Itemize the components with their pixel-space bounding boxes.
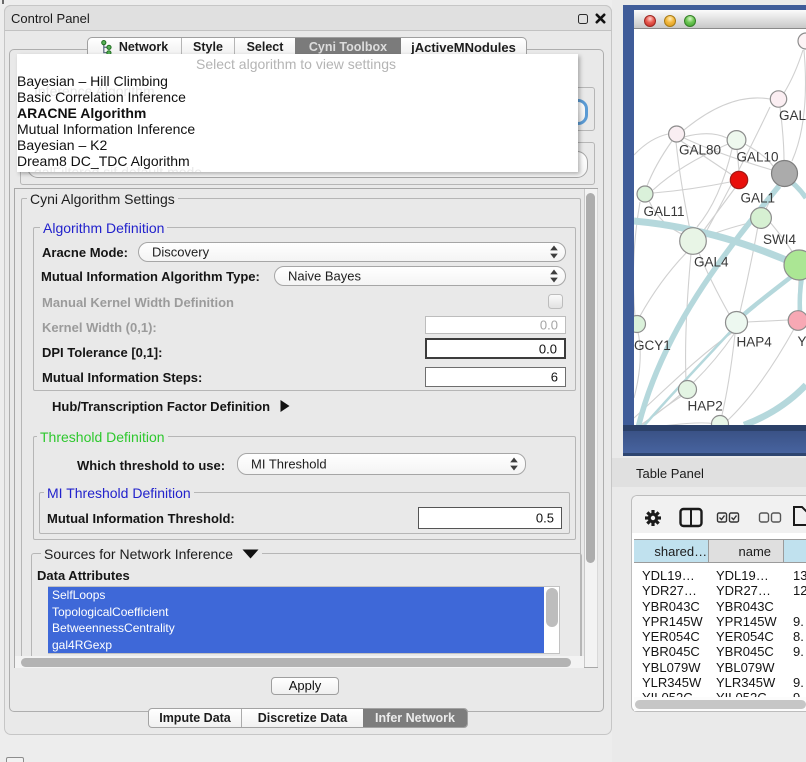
svg-text:SWI4: SWI4 [763, 232, 796, 247]
svg-text:GAL11: GAL11 [644, 204, 685, 219]
svg-text:GAL4: GAL4 [694, 255, 729, 270]
svg-text:HAP4: HAP4 [737, 335, 773, 350]
svg-text:GCY1: GCY1 [634, 338, 671, 353]
svg-text:GAL10: GAL10 [737, 150, 779, 165]
svg-text:HAP2: HAP2 [688, 399, 723, 414]
svg-text:GAL80: GAL80 [679, 143, 721, 158]
svg-text:GAL7: GAL7 [779, 108, 806, 123]
svg-text:GAL1: GAL1 [741, 191, 776, 206]
svg-text:Y: Y [798, 334, 806, 349]
